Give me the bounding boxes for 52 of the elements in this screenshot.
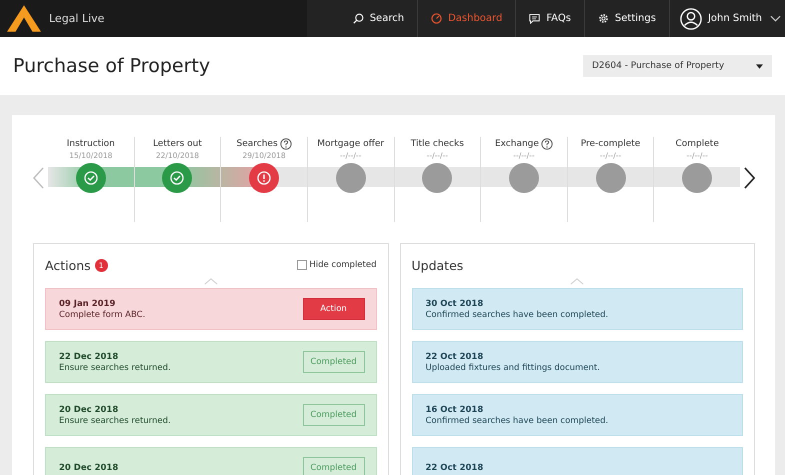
- check-circle-icon: [170, 171, 184, 185]
- nav-link[interactable]: FAQs: [515, 0, 584, 37]
- stage-name: Letters out: [152, 139, 202, 149]
- avatar-icon: [680, 8, 702, 30]
- update-date: 16 Oct 2018: [426, 404, 484, 414]
- search-icon: [352, 13, 364, 24]
- stage-name: Mortgage offer: [317, 139, 384, 149]
- stage-name: Title checks: [410, 139, 464, 149]
- update-description: Confirmed searches have been completed.: [426, 310, 608, 320]
- stage-name: Exchange: [494, 139, 539, 149]
- page-title: Purchase of Property: [13, 55, 210, 77]
- nav-link[interactable]: Search: [340, 0, 418, 37]
- update-date: 22 Oct 2018: [426, 352, 484, 362]
- help-icon[interactable]: [540, 138, 553, 150]
- chevron-down-icon: [770, 14, 781, 22]
- help-icon[interactable]: [280, 138, 292, 150]
- settings-icon: [598, 13, 609, 24]
- alert-circle-icon: [257, 171, 272, 185]
- update-date: 22 Oct 2018: [426, 463, 484, 473]
- stage-name: Searches: [236, 139, 278, 149]
- chevron-up-icon[interactable]: [570, 278, 584, 285]
- action-description: Complete form ABC.: [59, 310, 146, 320]
- caret-icon: [756, 64, 763, 68]
- chevron-up-icon[interactable]: [204, 278, 218, 285]
- action-date: 22 Dec 2018: [59, 352, 120, 362]
- chevron-right-icon[interactable]: [744, 167, 755, 189]
- update-description: Confirmed searches have been completed.: [426, 416, 608, 426]
- chat-icon: [529, 13, 540, 24]
- brand-name: Legal Live: [49, 12, 104, 25]
- checkbox[interactable]: [297, 260, 308, 270]
- matter-dropdown[interactable]: D2604 - Purchase of Property: [583, 55, 772, 77]
- stage-name: Complete: [676, 139, 719, 149]
- action-date: 20 Dec 2018: [59, 463, 118, 473]
- nav-link[interactable]: Settings: [584, 0, 669, 37]
- gauge-icon: [431, 13, 442, 24]
- action-date: 09 Jan 2019: [59, 298, 116, 308]
- nav-link[interactable]: Dashboard: [417, 0, 516, 37]
- action-date: 20 Dec 2018: [59, 404, 120, 414]
- checkbox-label: Hide completed: [309, 260, 376, 270]
- action-description: Ensure searches returned.: [59, 416, 171, 426]
- user-menu[interactable]: John Smith: [668, 0, 785, 37]
- action-description: Ensure searches returned.: [59, 362, 171, 372]
- logo-icon: [7, 5, 41, 32]
- stage-name: Instruction: [66, 139, 115, 149]
- chevron-left-icon[interactable]: [33, 167, 44, 189]
- update-date: 30 Oct 2018: [426, 298, 484, 308]
- check-circle-icon: [84, 171, 98, 185]
- update-description: Uploaded fixtures and fittings document.: [426, 362, 600, 372]
- action-button[interactable]: Action: [302, 298, 364, 320]
- panel-title: Actions: [45, 258, 91, 272]
- panel-title: Updates: [412, 258, 464, 272]
- stage-name: Pre-complete: [580, 139, 640, 149]
